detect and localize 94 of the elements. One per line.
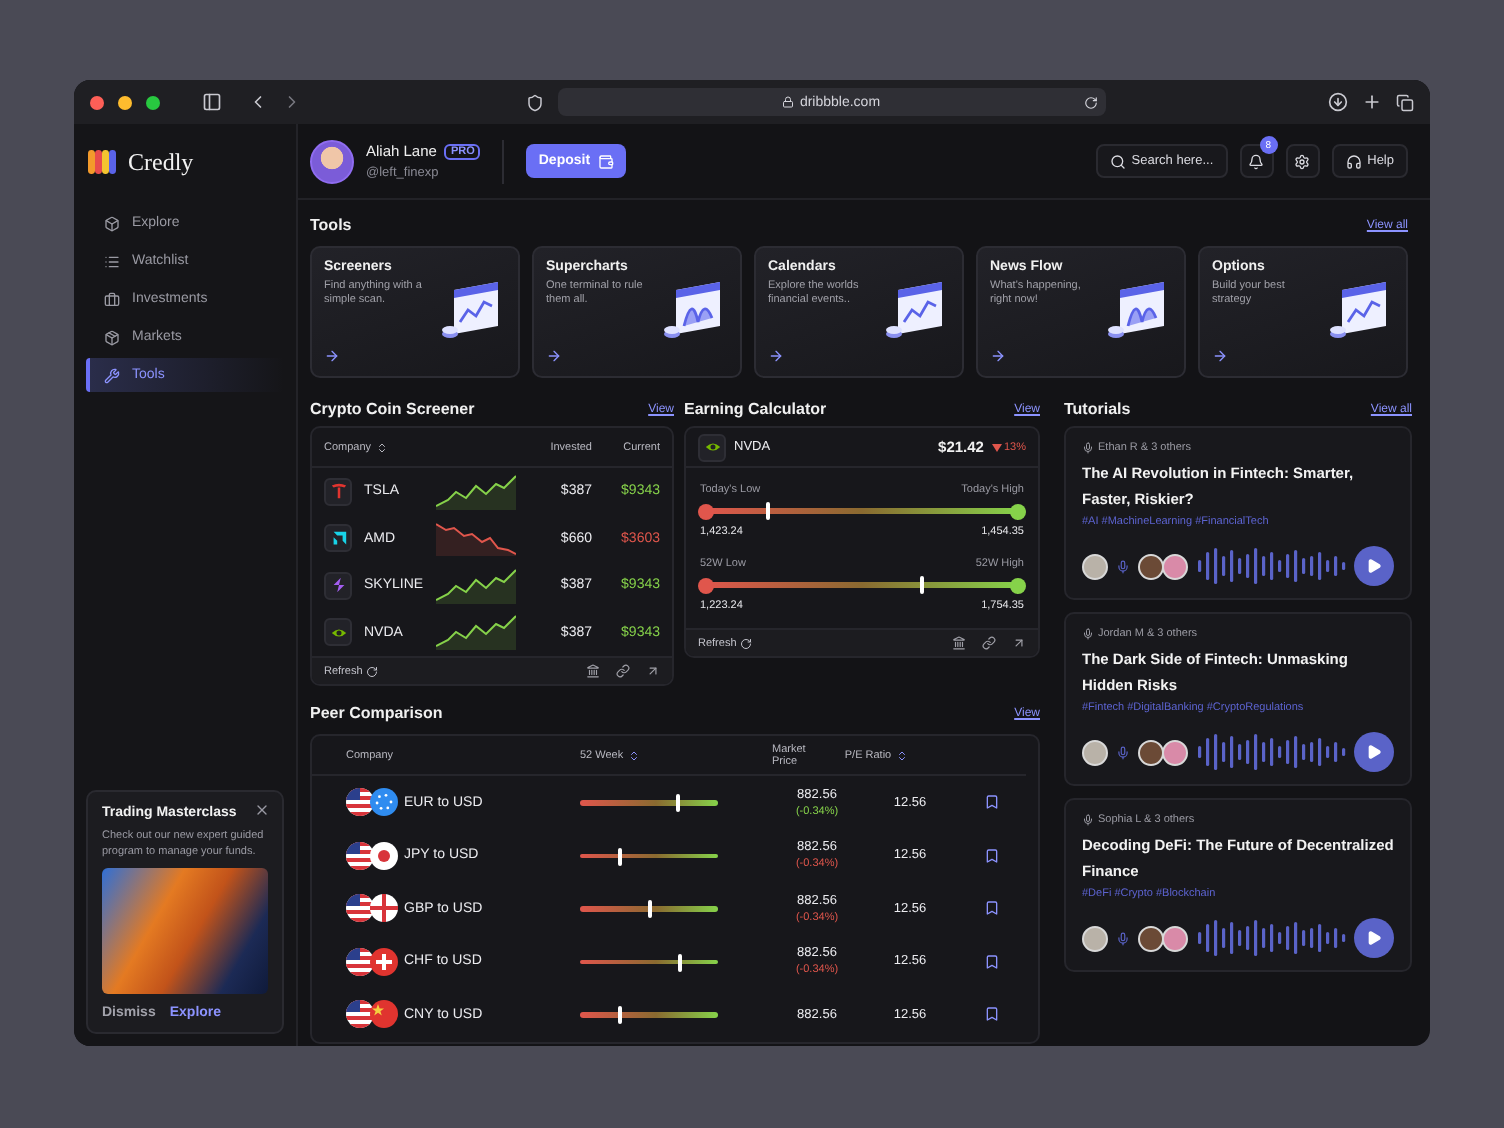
flag-icon [370, 947, 398, 976]
avatar-image [1138, 739, 1164, 765]
shield-icon[interactable] [525, 93, 543, 111]
flag-icon [370, 841, 398, 870]
sidebar-icon[interactable] [202, 92, 222, 112]
close-button[interactable] [254, 802, 270, 818]
range-end-dot [698, 503, 714, 519]
sparkline-chart [436, 473, 516, 510]
sparkline-chart [436, 614, 516, 651]
headphones-icon [1345, 153, 1362, 169]
bookmark-icon [984, 900, 1000, 917]
open-icon[interactable] [1012, 636, 1026, 650]
settings-icon [1294, 153, 1311, 169]
bookmark-icon [984, 794, 1000, 811]
bookmark-icon [984, 1006, 1000, 1023]
new-tab-icon[interactable] [1362, 92, 1382, 112]
flag-icon [346, 788, 374, 817]
mic-icon [1082, 442, 1094, 454]
briefcase-icon [104, 291, 120, 307]
flag-icon [346, 1000, 374, 1029]
link-icon[interactable] [616, 664, 630, 678]
box-icon [104, 329, 120, 345]
mic-icon [1116, 745, 1130, 759]
arrow-icon [768, 348, 784, 364]
flag-icon [346, 841, 374, 870]
flag-icon [370, 1000, 398, 1029]
play-icon [1366, 558, 1382, 574]
arrow-icon [324, 348, 340, 364]
wallet-icon [598, 153, 615, 169]
close-button[interactable] [90, 95, 104, 109]
cube-icon [104, 215, 120, 231]
refresh-icon [740, 637, 753, 649]
play-button[interactable] [1354, 732, 1394, 772]
avatar-image [1162, 553, 1188, 579]
bookmark-icon [984, 953, 1000, 970]
flag-icon [346, 947, 374, 976]
mic-icon [1116, 559, 1130, 573]
section-title: Earning Calculator [684, 400, 827, 418]
minimize-button[interactable] [118, 95, 132, 109]
avatar-image [1162, 925, 1188, 951]
avatar-image[interactable] [310, 139, 354, 183]
company-logo [324, 571, 352, 600]
arrow-icon [990, 348, 1006, 364]
company-logo [324, 524, 352, 553]
range-end-dot [698, 577, 714, 593]
avatar-image [1082, 925, 1108, 951]
triangle-icon [991, 442, 1002, 452]
avatar-image [1162, 739, 1188, 765]
mic-icon [1082, 814, 1094, 826]
flag-icon [346, 894, 374, 923]
sparkline-chart [436, 567, 516, 604]
avatar-image [1138, 925, 1164, 951]
refresh-icon [366, 665, 379, 677]
avatar-image [1082, 553, 1108, 579]
tabs-icon[interactable] [1396, 93, 1414, 111]
section-title: Crypto Coin Screener [310, 400, 475, 418]
flag-icon [370, 788, 398, 817]
lock-icon [781, 96, 794, 108]
brand-name: Credly [128, 147, 194, 177]
sparkline-chart [436, 520, 516, 557]
flag-icon [370, 894, 398, 923]
company-logo [698, 433, 726, 461]
search-icon [1109, 153, 1126, 169]
play-button[interactable] [1354, 546, 1394, 586]
range-end-dot [1010, 577, 1026, 593]
list-icon [104, 253, 120, 269]
company-logo [324, 477, 352, 506]
section-title: Tools [310, 216, 352, 234]
arrow-icon [1212, 348, 1228, 364]
download-icon[interactable] [1328, 92, 1348, 112]
mic-icon [1116, 931, 1130, 945]
avatar-image [1082, 739, 1108, 765]
settings-button[interactable] [1285, 144, 1320, 178]
link-icon[interactable] [982, 636, 996, 650]
mic-icon [1082, 628, 1094, 640]
avatar-image [1138, 553, 1164, 579]
play-icon [1366, 744, 1382, 760]
play-button[interactable] [1354, 918, 1394, 958]
arrow-icon [546, 348, 562, 364]
wrench-icon [104, 367, 120, 383]
open-icon[interactable] [646, 664, 660, 678]
zoom-button[interactable] [146, 95, 160, 109]
section-title: Peer Comparison [310, 704, 443, 722]
section-title: Tutorials [1064, 400, 1131, 418]
reload-icon[interactable] [1083, 95, 1097, 109]
bank-icon[interactable] [586, 664, 600, 678]
play-icon [1366, 930, 1382, 946]
company-logo [324, 618, 352, 647]
brand-logo [88, 150, 118, 174]
bell-icon [1248, 153, 1265, 169]
close-icon [254, 802, 270, 818]
bookmark-icon [984, 847, 1000, 864]
range-end-dot [1010, 503, 1026, 519]
bank-icon[interactable] [952, 636, 966, 650]
